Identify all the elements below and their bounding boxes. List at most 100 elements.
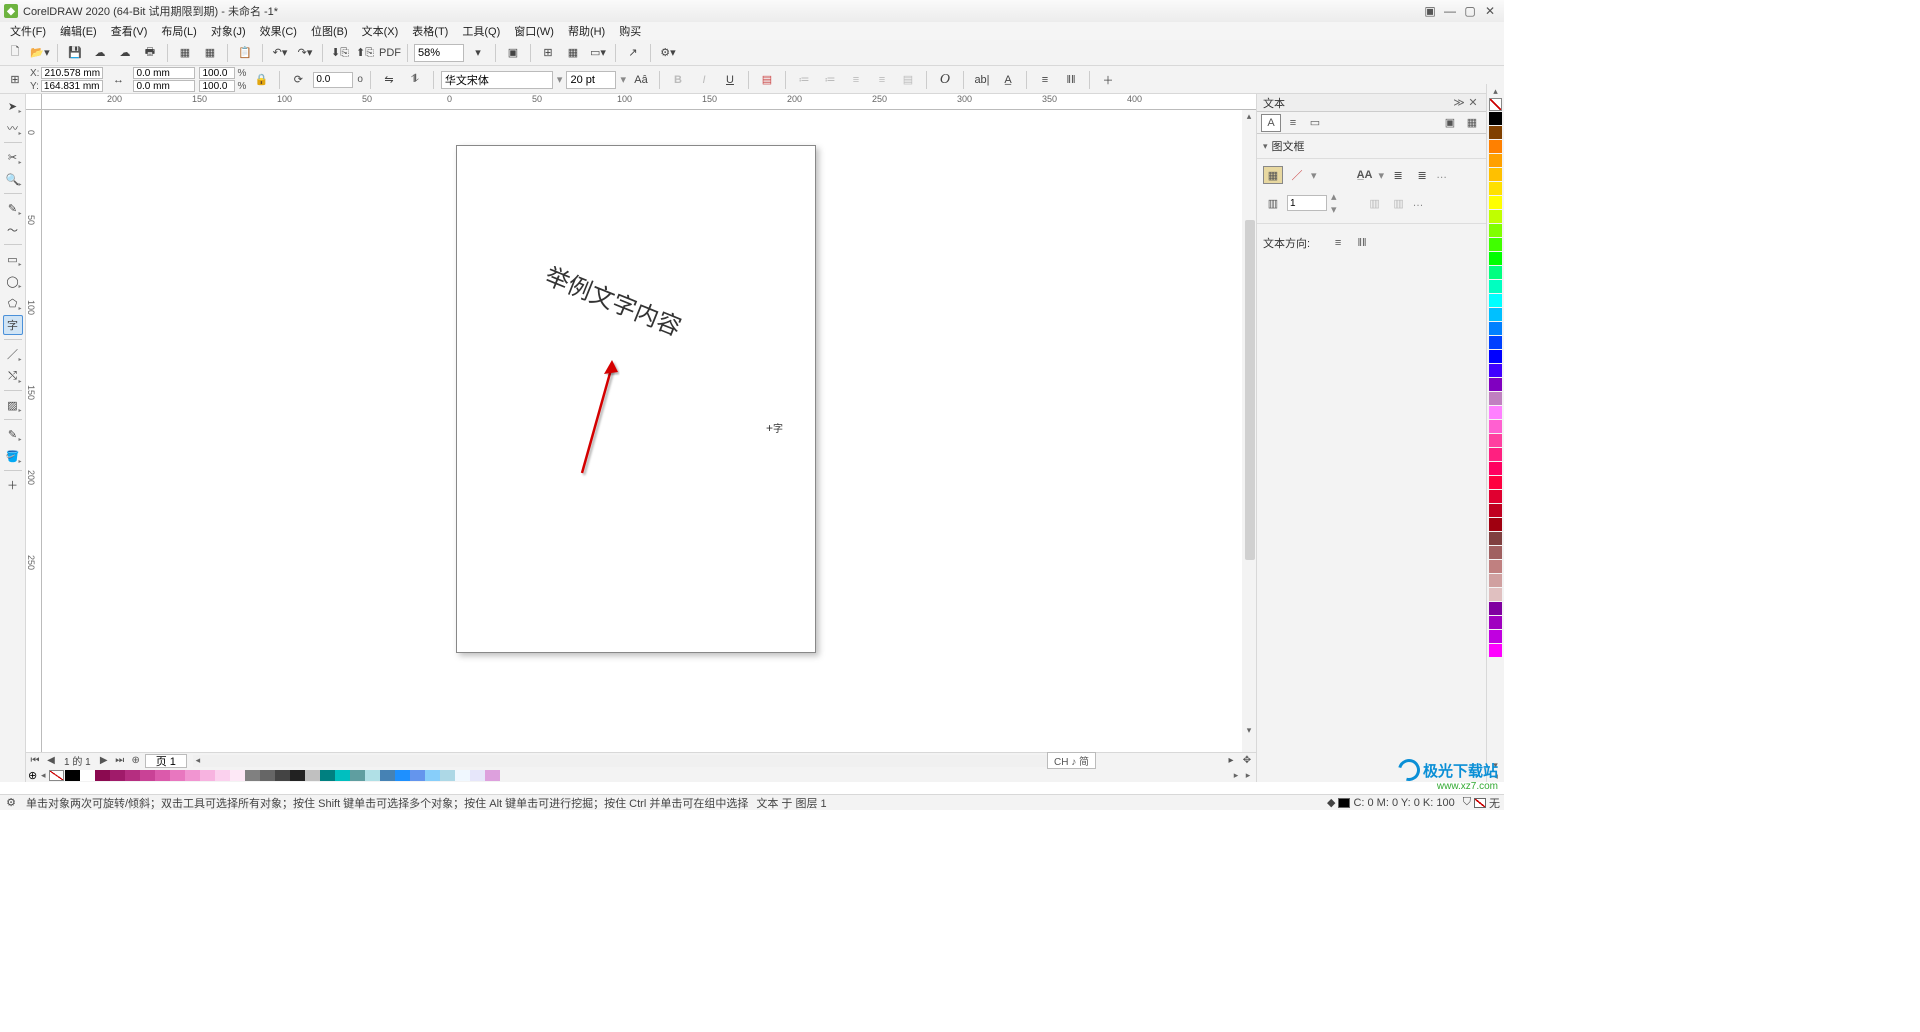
page-tab-1[interactable]: 页 1 <box>145 754 187 768</box>
color-swatch[interactable] <box>395 770 410 781</box>
export-icon[interactable]: ⬆⎘ <box>354 42 376 64</box>
frame-type1-icon[interactable]: ▦ <box>1263 166 1283 184</box>
scale-y[interactable] <box>199 80 235 92</box>
color-swatch[interactable] <box>95 770 110 781</box>
color-swatch[interactable] <box>1489 630 1502 643</box>
align-col-icon[interactable]: ≣ <box>1388 166 1408 184</box>
list-bullet-icon[interactable]: ≔ <box>793 69 815 91</box>
text-frame-icon[interactable]: ▤ <box>756 69 778 91</box>
color-swatch[interactable] <box>320 770 335 781</box>
color-swatch[interactable] <box>1489 266 1502 279</box>
color-swatch[interactable] <box>1489 434 1502 447</box>
settings-icon[interactable]: ▣ <box>1420 4 1440 18</box>
color-swatch[interactable] <box>1489 560 1502 573</box>
ellipse-tool-icon[interactable]: ◯▸ <box>3 271 23 291</box>
dir-horiz-icon[interactable]: ≡ <box>1328 234 1348 252</box>
color-swatch[interactable] <box>1489 336 1502 349</box>
menu-effect[interactable]: 效果(C) <box>254 23 303 39</box>
font-size[interactable] <box>566 71 616 89</box>
angle-input[interactable] <box>313 72 353 88</box>
color-swatch[interactable] <box>1489 350 1502 363</box>
connector-tool-icon[interactable]: ⤭▸ <box>3 366 23 386</box>
scroll-thumb[interactable] <box>1245 220 1255 560</box>
color-swatch[interactable] <box>1489 644 1502 657</box>
zoom-level[interactable] <box>414 44 464 62</box>
color-swatch[interactable] <box>140 770 155 781</box>
color-swatch[interactable] <box>410 770 425 781</box>
color-swatch[interactable] <box>1489 504 1502 517</box>
color-swatch[interactable] <box>365 770 380 781</box>
color-swatch[interactable] <box>1489 112 1502 125</box>
rectangle-tool-icon[interactable]: ▭▸ <box>3 249 23 269</box>
menu-table[interactable]: 表格(T) <box>406 23 454 39</box>
color-swatch[interactable] <box>1489 126 1502 139</box>
eyedropper-tool-icon[interactable]: ✎▸ <box>3 424 23 444</box>
bold-icon[interactable]: B <box>667 69 689 91</box>
pdf-icon[interactable]: PDF <box>379 42 401 64</box>
color-swatch[interactable] <box>425 770 440 781</box>
redo-icon[interactable]: ↷▾ <box>294 42 316 64</box>
color-swatch[interactable] <box>215 770 230 781</box>
color-swatch[interactable] <box>155 770 170 781</box>
color-swatch[interactable] <box>350 770 365 781</box>
copy-icon[interactable]: ▦ <box>199 42 221 64</box>
text-horiz-icon[interactable]: ≡ <box>1034 69 1056 91</box>
color-swatch[interactable] <box>455 770 470 781</box>
menu-file[interactable]: 文件(F) <box>4 23 52 39</box>
color-swatch[interactable] <box>1489 532 1502 545</box>
no-color-swatch[interactable] <box>49 770 64 781</box>
indent-inc-icon[interactable]: ≡ <box>871 69 893 91</box>
color-swatch[interactable] <box>1489 588 1502 601</box>
color-swatch[interactable] <box>290 770 305 781</box>
text-tool-icon[interactable]: 字 <box>3 315 23 335</box>
docker-tab-para-icon[interactable]: ≡ <box>1283 114 1303 132</box>
color-swatch[interactable] <box>1489 196 1502 209</box>
mirror-v-icon[interactable]: ⥮ <box>404 69 426 91</box>
color-swatch[interactable] <box>380 770 395 781</box>
minimize-icon[interactable]: — <box>1440 4 1460 18</box>
color-swatch[interactable] <box>335 770 350 781</box>
options-icon[interactable]: ⚙▾ <box>657 42 679 64</box>
docker-newwin-icon[interactable]: ▣ <box>1440 114 1460 132</box>
nav-end-icon[interactable]: ▸ <box>1224 754 1238 768</box>
italic-icon[interactable]: I <box>693 69 715 91</box>
color-swatch[interactable] <box>1489 420 1502 433</box>
font-family[interactable] <box>441 71 553 89</box>
color-swatch[interactable] <box>1489 392 1502 405</box>
horizontal-scrollbar[interactable]: ◂ ▸ <box>193 755 1066 767</box>
grid-icon[interactable]: ▦ <box>562 42 584 64</box>
color-swatch[interactable] <box>1489 182 1502 195</box>
color-swatch[interactable] <box>1489 602 1502 615</box>
color-swatch[interactable] <box>1489 546 1502 559</box>
color-swatch[interactable] <box>1489 448 1502 461</box>
color-swatch[interactable] <box>440 770 455 781</box>
color-swatch[interactable] <box>1489 322 1502 335</box>
color-swatch[interactable] <box>80 770 95 781</box>
text-edit-icon[interactable]: ab| <box>971 69 993 91</box>
freehand-tool-icon[interactable]: ✎▸ <box>3 198 23 218</box>
status-gear-icon[interactable]: ⚙ <box>4 796 18 809</box>
ruler-horizontal[interactable]: 200 150 100 50 0 50 100 150 200 250 300 … <box>42 94 1256 110</box>
pick-tool-icon[interactable]: ➤▸ <box>3 96 23 116</box>
guides-icon[interactable]: ▭▾ <box>587 42 609 64</box>
dropcap-icon[interactable]: ▤ <box>897 69 919 91</box>
undo-icon[interactable]: ↶▾ <box>269 42 291 64</box>
zoom-tool-icon[interactable]: 🔍▸ <box>3 169 23 189</box>
open-icon[interactable]: 📂▾ <box>29 42 51 64</box>
outline-indicator[interactable]: ⛉ 无 <box>1463 795 1500 811</box>
cloud-down-icon[interactable]: ☁ <box>114 42 136 64</box>
add-preset-icon[interactable]: ＋ <box>1097 69 1119 91</box>
artistic-media-icon[interactable]: 〜 <box>3 220 23 240</box>
color-swatch[interactable] <box>185 770 200 781</box>
menu-edit[interactable]: 编辑(E) <box>54 23 103 39</box>
size-h[interactable] <box>133 80 195 92</box>
docker-close-icon[interactable]: ✕ <box>1466 96 1480 109</box>
color-swatch[interactable] <box>1489 280 1502 293</box>
docker-tab-frame-icon[interactable]: ▭ <box>1305 114 1325 132</box>
page-first-icon[interactable]: ⏮ <box>28 754 42 768</box>
color-swatch[interactable] <box>1489 168 1502 181</box>
import-icon[interactable]: ⬇⎘ <box>329 42 351 64</box>
palette-up-icon[interactable]: ▴ <box>1493 86 1498 97</box>
fill-tool-icon[interactable]: 🪣▸ <box>3 446 23 466</box>
fit-text-icon[interactable]: A̲A <box>1355 166 1375 184</box>
